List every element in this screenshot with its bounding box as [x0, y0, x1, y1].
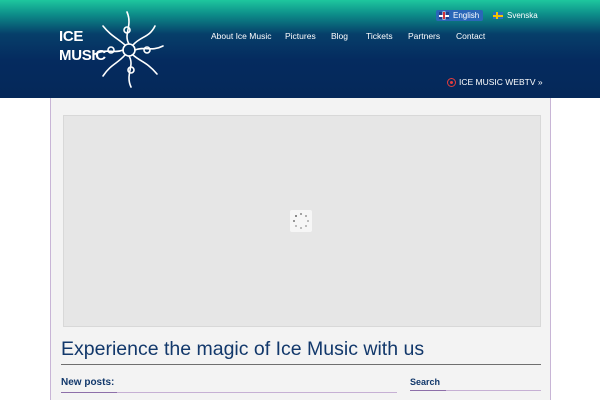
spinner-icon: [290, 210, 312, 232]
search-heading: Search: [410, 377, 441, 387]
search-divider: [410, 390, 541, 391]
sweden-flag-icon: [493, 12, 503, 19]
new-posts-divider: [61, 392, 397, 393]
nav-item-contact[interactable]: Contact: [456, 31, 485, 41]
main-navigation: About Ice Music Pictures Blog Tickets Pa…: [0, 31, 600, 43]
language-svenska-button[interactable]: Svenska: [490, 10, 542, 21]
main-content: Experience the magic of Ice Music with u…: [50, 98, 551, 400]
new-posts-heading: New posts:: [61, 377, 115, 388]
snowflake-emblem-icon: [94, 11, 164, 88]
language-english-button[interactable]: English: [436, 10, 484, 21]
webtv-link[interactable]: ICE MUSIC WEBTV »: [447, 77, 543, 87]
hero-slideshow[interactable]: [63, 115, 541, 327]
language-english-label: English: [453, 11, 480, 20]
record-icon: [447, 77, 456, 87]
uk-flag-icon: [439, 12, 449, 19]
nav-item-blog[interactable]: Blog: [331, 31, 348, 41]
ice-music-logo[interactable]: ICE MUSIC: [57, 10, 167, 90]
nav-item-pictures[interactable]: Pictures: [285, 31, 316, 41]
page-tagline: Experience the magic of Ice Music with u…: [61, 338, 425, 360]
language-svenska-label: Svenska: [507, 11, 538, 20]
webtv-label: ICE MUSIC WEBTV »: [459, 77, 543, 87]
site-header: ICE MUSIC English Svenska About Ice Musi…: [0, 0, 600, 98]
nav-item-tickets[interactable]: Tickets: [366, 31, 393, 41]
tagline-divider: [61, 364, 541, 365]
nav-item-partners[interactable]: Partners: [408, 31, 440, 41]
nav-item-about[interactable]: About Ice Music: [211, 31, 271, 41]
